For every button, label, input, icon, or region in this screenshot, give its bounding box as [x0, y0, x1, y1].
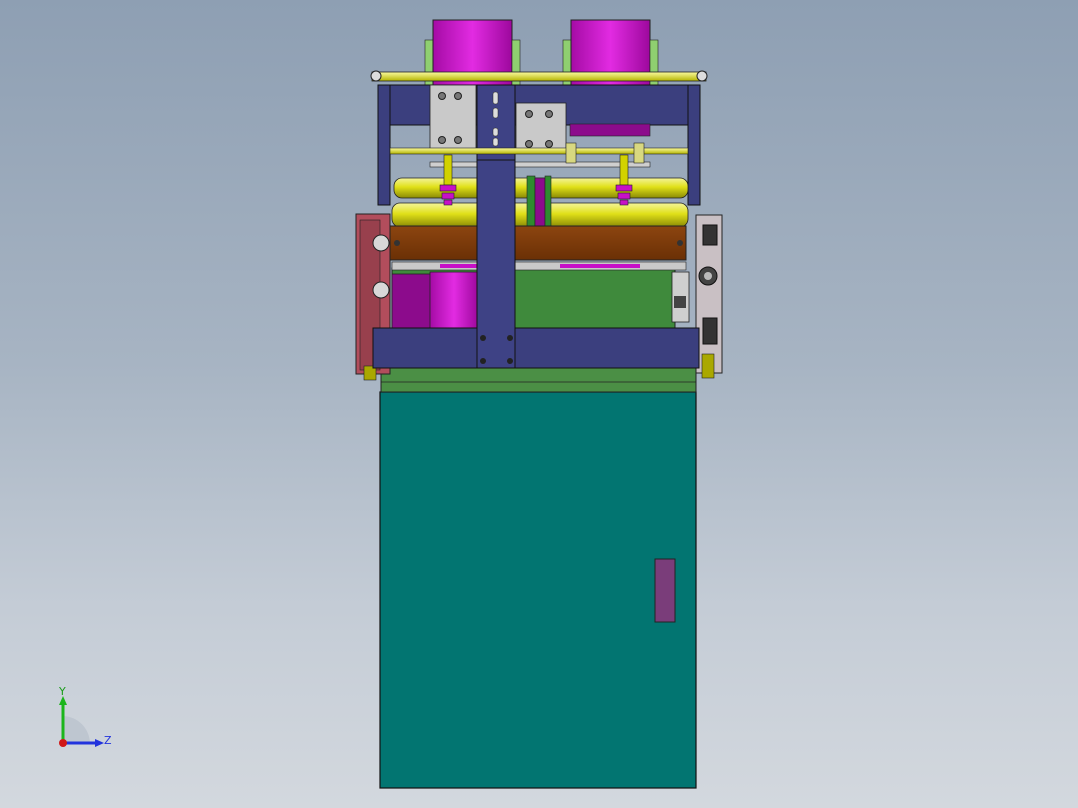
coordinate-triad: Y Z: [50, 685, 120, 756]
cad-viewport[interactable]: [0, 0, 1078, 808]
electrical-cabinet[interactable]: [379, 391, 697, 789]
right-mounting-plate[interactable]: [515, 102, 567, 154]
top-guide-rod[interactable]: [370, 70, 708, 82]
center-guide-posts[interactable]: [526, 175, 552, 227]
x-axis-dot: [59, 739, 67, 747]
z-axis-label: Z: [104, 734, 112, 747]
y-axis-label: Y: [58, 686, 66, 698]
lower-magenta-roller[interactable]: [391, 271, 479, 331]
cabinet-handle[interactable]: [654, 558, 676, 623]
wooden-feed-board[interactable]: [389, 225, 687, 271]
left-mounting-plate[interactable]: [429, 84, 477, 153]
